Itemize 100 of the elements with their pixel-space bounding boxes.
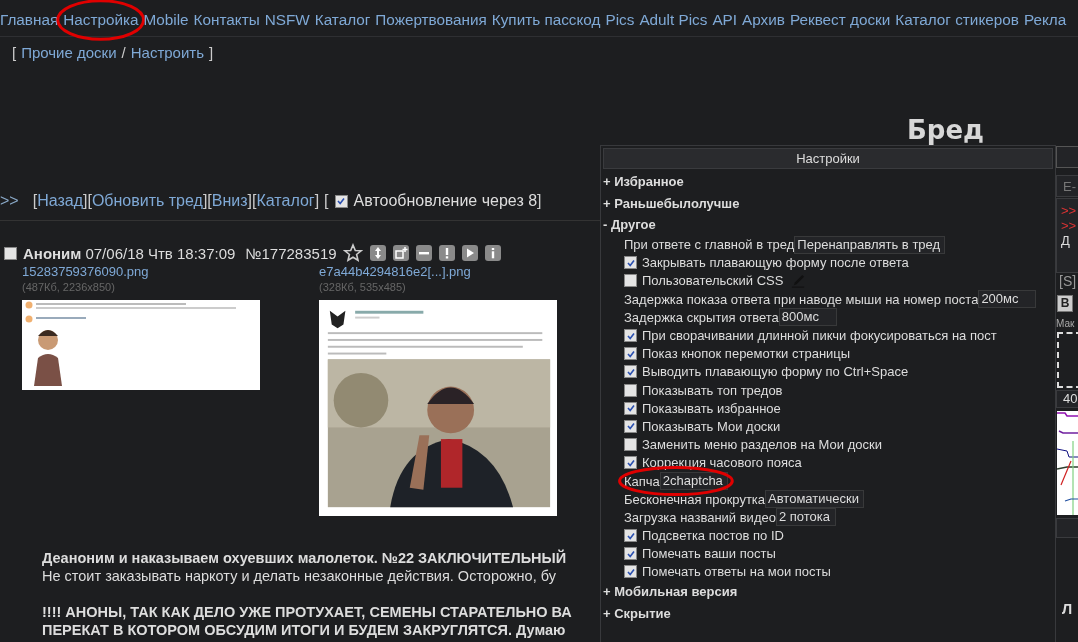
option-label: Закрывать плавающую форму после ответа <box>642 255 909 271</box>
hint-text: Мак <box>1056 318 1075 329</box>
checkbox[interactable] <box>4 246 17 260</box>
checkbox[interactable] <box>624 274 637 288</box>
option-label: Задержка скрытия ответа <box>624 309 779 325</box>
play-icon[interactable] <box>461 245 478 261</box>
captcha-field[interactable]: 40 <box>1056 390 1078 408</box>
option-label: Коррекция часового пояса <box>642 455 802 471</box>
select-field[interactable]: Перенаправлять в тред <box>794 235 946 254</box>
bracket: ] <box>202 192 208 210</box>
bracket: [ <box>207 192 212 210</box>
nav-link[interactable]: Pics <box>605 11 635 29</box>
thread-nav-link[interactable]: Каталог <box>256 192 315 210</box>
thread-nav-link[interactable]: Обновить тред <box>91 192 203 210</box>
option-label: Пользовательский CSS <box>642 273 784 289</box>
nav-link[interactable]: Adult Pics <box>639 11 708 29</box>
bracket: [ <box>324 192 329 210</box>
post-date: 07/06/18 Чтв 18:37:09 <box>85 244 236 262</box>
checkbox[interactable] <box>624 365 637 379</box>
thread-nav-link[interactable]: Вниз <box>211 192 248 210</box>
board-link[interactable]: Прочие доски <box>21 44 117 61</box>
settings-section-toggle[interactable]: - Другое <box>603 217 656 232</box>
autoupdate-label: Автообновление через 8 <box>353 192 538 210</box>
bracket: ] <box>83 192 88 210</box>
post-text-line: Не стоит заказывать наркоту и делать незаконные действия. Осторожно, бу <box>42 567 557 585</box>
settings-title: Настройки <box>603 148 1053 169</box>
nav-link[interactable]: Контакты <box>193 11 260 29</box>
thread-nav-link[interactable]: Назад <box>37 192 83 210</box>
email-field[interactable]: E- <box>1056 175 1078 197</box>
checkbox[interactable] <box>624 329 637 343</box>
input-field[interactable]: 800мс <box>778 308 837 327</box>
nav-link[interactable]: NSFW <box>264 11 310 29</box>
checkbox[interactable] <box>624 256 637 270</box>
checkbox[interactable] <box>624 438 637 452</box>
nav-link[interactable]: Рекла <box>1023 11 1067 29</box>
settings-section-toggle[interactable]: + Раньшебылолучше <box>603 195 740 211</box>
arrow-text: >> <box>0 192 19 210</box>
bracket: [ <box>32 192 38 210</box>
nav-link[interactable]: Каталог стикеров <box>895 11 1019 29</box>
checkbox[interactable] <box>624 401 637 415</box>
separator: / <box>121 44 126 61</box>
message-line: >> <box>1061 203 1078 218</box>
option-label: Показывать топ тредов <box>642 382 783 398</box>
bold-button[interactable]: B <box>1057 295 1073 312</box>
option-label: Капча <box>624 473 660 489</box>
nav-link[interactable]: API <box>712 11 738 29</box>
input-field[interactable]: 200мс <box>978 290 1037 309</box>
message-line: >> <box>1061 218 1078 233</box>
option-label: Помечать ваши посты <box>642 546 776 562</box>
option-label: При сворачивании длинной пикчи фокусироваться на пост <box>642 328 997 344</box>
post-number[interactable]: №177283519 <box>245 244 337 262</box>
file-name-link[interactable]: e7a44b4294816e2[...].png <box>319 264 471 280</box>
text-fragment: Л <box>1062 601 1073 617</box>
board-link[interactable]: Настроить <box>130 44 205 61</box>
star-icon[interactable] <box>342 243 363 263</box>
settings-section-toggle[interactable]: + Мобильная версия <box>603 584 738 600</box>
option-label: При ответе с главной в тред <box>624 237 795 253</box>
bracket: ] <box>247 192 253 210</box>
select-field[interactable]: 2 потока <box>775 508 836 527</box>
post-text-line: ПЕРЕКАТ В КОТОРОМ ОБСУДИМ ИТОГИ И БУДЕМ ЗАКРУГЛЯТСЯ. Думаю <box>42 621 567 639</box>
add-window-icon[interactable] <box>392 245 409 261</box>
bracket: ] <box>314 192 320 210</box>
checkbox[interactable] <box>624 383 637 397</box>
message-line: Д <box>1061 233 1071 248</box>
checkbox[interactable] <box>624 547 637 561</box>
bracket: [ <box>252 192 257 210</box>
option-label: Загрузка названий видео <box>624 509 776 525</box>
select-field[interactable]: 2chaptcha <box>659 472 728 491</box>
sage-link[interactable]: [S] <box>1059 273 1077 289</box>
settings-section-toggle[interactable]: + Избранное <box>603 174 684 189</box>
select-field[interactable]: Автоматически <box>765 490 864 509</box>
post-text-line: Деаноним и наказываем охуевших малолеток. №22 ЗАКЛЮЧИТЕЛЬНЫЙ <box>42 549 568 567</box>
checkbox[interactable] <box>624 565 637 579</box>
option-label: Помечать ответы на мои посты <box>642 564 831 580</box>
checkbox[interactable] <box>624 456 637 470</box>
option-label: Выводить плавающую форму по Ctrl+Space <box>642 364 909 380</box>
bracket: ] <box>209 44 214 61</box>
checkbox[interactable] <box>624 419 637 433</box>
exclamation-icon[interactable] <box>438 245 455 261</box>
option-label: Показывать Мои доски <box>642 418 781 434</box>
post-author: Аноним <box>23 244 82 262</box>
option-label: Бесконечная прокрутка <box>624 491 766 507</box>
nav-link[interactable]: Реквест доски <box>789 11 891 29</box>
checkbox[interactable] <box>334 194 348 208</box>
nav-link[interactable]: Пожертвования <box>375 11 487 29</box>
option-label: Показывать избранное <box>642 400 781 416</box>
message-field[interactable]: >> >> Д <box>1056 198 1078 273</box>
info-icon[interactable] <box>484 245 501 261</box>
file-name-link[interactable]: 15283759376090.png <box>22 264 149 280</box>
checkbox[interactable] <box>624 529 637 543</box>
checkbox[interactable] <box>624 347 637 361</box>
minus-icon[interactable] <box>415 245 432 261</box>
option-label: Задержка показа ответа при наводе мыши на номер поста <box>624 291 979 307</box>
nav-link[interactable]: Mobile <box>143 11 189 29</box>
nav-link[interactable]: Купить пасскод <box>491 11 601 29</box>
option-label: Подсветка постов по ID <box>642 528 784 544</box>
bracket: [ <box>87 192 92 210</box>
settings-section-toggle[interactable]: + Скрытие <box>603 605 671 621</box>
nav-link[interactable]: Каталог <box>314 11 371 29</box>
nav-link[interactable]: Архив <box>742 11 785 29</box>
